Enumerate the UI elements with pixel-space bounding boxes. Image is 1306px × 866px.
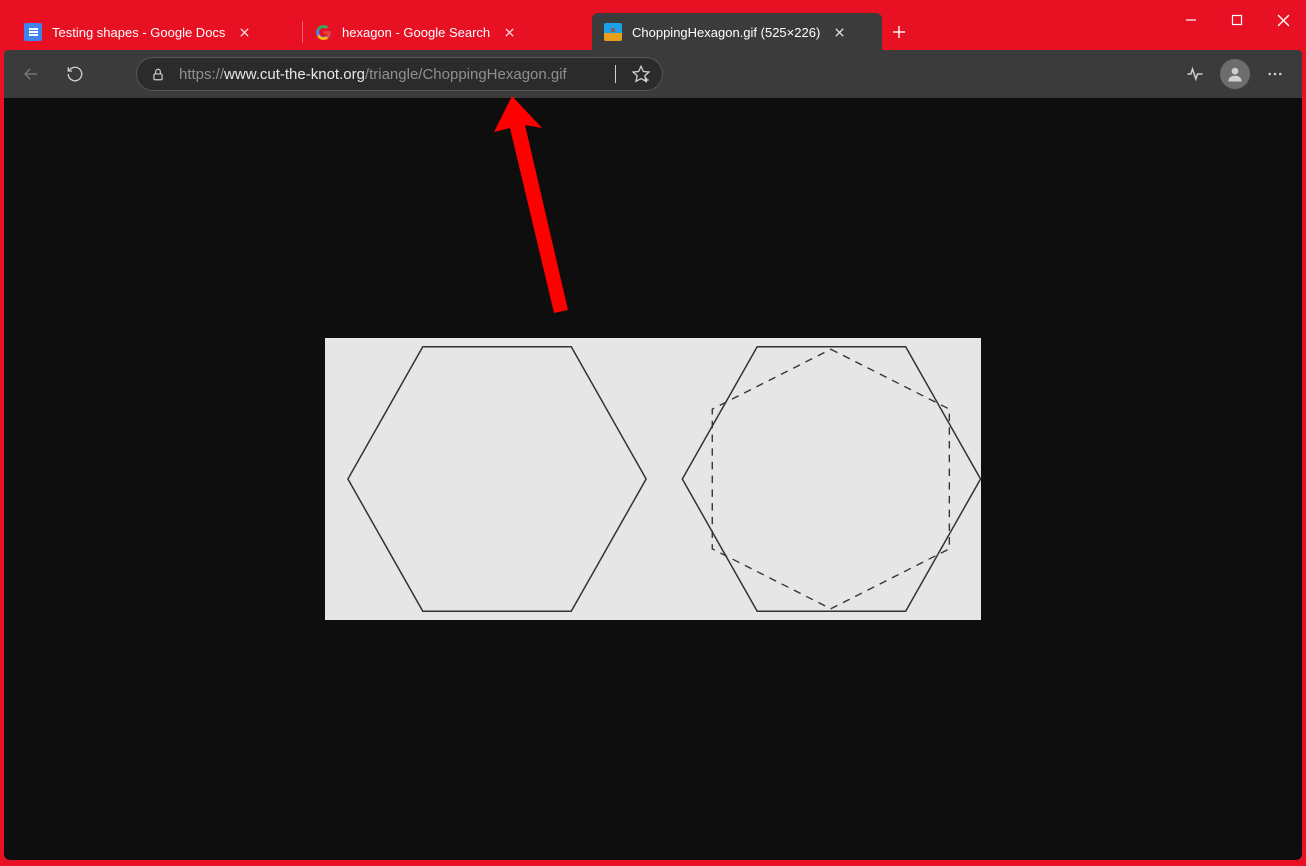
google-icon — [314, 23, 332, 41]
tab-label: hexagon - Google Search — [342, 25, 490, 40]
tab-close-button[interactable] — [500, 23, 518, 41]
performance-button[interactable] — [1176, 55, 1214, 93]
page-viewport — [4, 98, 1302, 860]
tab-close-button[interactable] — [830, 23, 848, 41]
window-maximize-button[interactable] — [1214, 2, 1260, 38]
new-tab-button[interactable] — [882, 15, 916, 49]
browser-toolbar: https://www.cut-the-knot.org/triangle/Ch… — [4, 50, 1302, 98]
lock-icon — [151, 67, 167, 82]
tab-label: ChoppingHexagon.gif (525×226) — [632, 25, 820, 40]
settings-menu-button[interactable] — [1256, 55, 1294, 93]
profile-avatar-button[interactable] — [1220, 59, 1250, 89]
window-controls — [1168, 0, 1306, 40]
back-button[interactable] — [12, 55, 50, 93]
tab-docs[interactable]: Testing shapes - Google Docs — [12, 13, 302, 51]
window-minimize-button[interactable] — [1168, 2, 1214, 38]
tab-close-button[interactable] — [235, 23, 253, 41]
url-text: https://www.cut-the-knot.org/triangle/Ch… — [179, 66, 601, 83]
image-content[interactable] — [325, 338, 981, 620]
url-path: /triangle/ChoppingHexagon.gif — [365, 66, 567, 83]
window-close-button[interactable] — [1260, 2, 1306, 38]
text-caret — [615, 65, 616, 83]
url-host: www.cut-the-knot.org — [224, 66, 365, 83]
add-favorite-button[interactable] — [630, 64, 652, 84]
tab-label: Testing shapes - Google Docs — [52, 25, 225, 40]
address-bar[interactable]: https://www.cut-the-knot.org/triangle/Ch… — [136, 57, 663, 91]
url-scheme: https:// — [179, 66, 224, 83]
google-docs-icon — [24, 23, 42, 41]
tab-google-search[interactable]: hexagon - Google Search — [302, 13, 592, 51]
site-favicon-icon — [604, 23, 622, 41]
tab-chopping-hexagon[interactable]: ChoppingHexagon.gif (525×226) — [592, 13, 882, 51]
refresh-button[interactable] — [56, 55, 94, 93]
tab-strip: Testing shapes - Google Docs hexagon - G… — [12, 12, 1156, 52]
